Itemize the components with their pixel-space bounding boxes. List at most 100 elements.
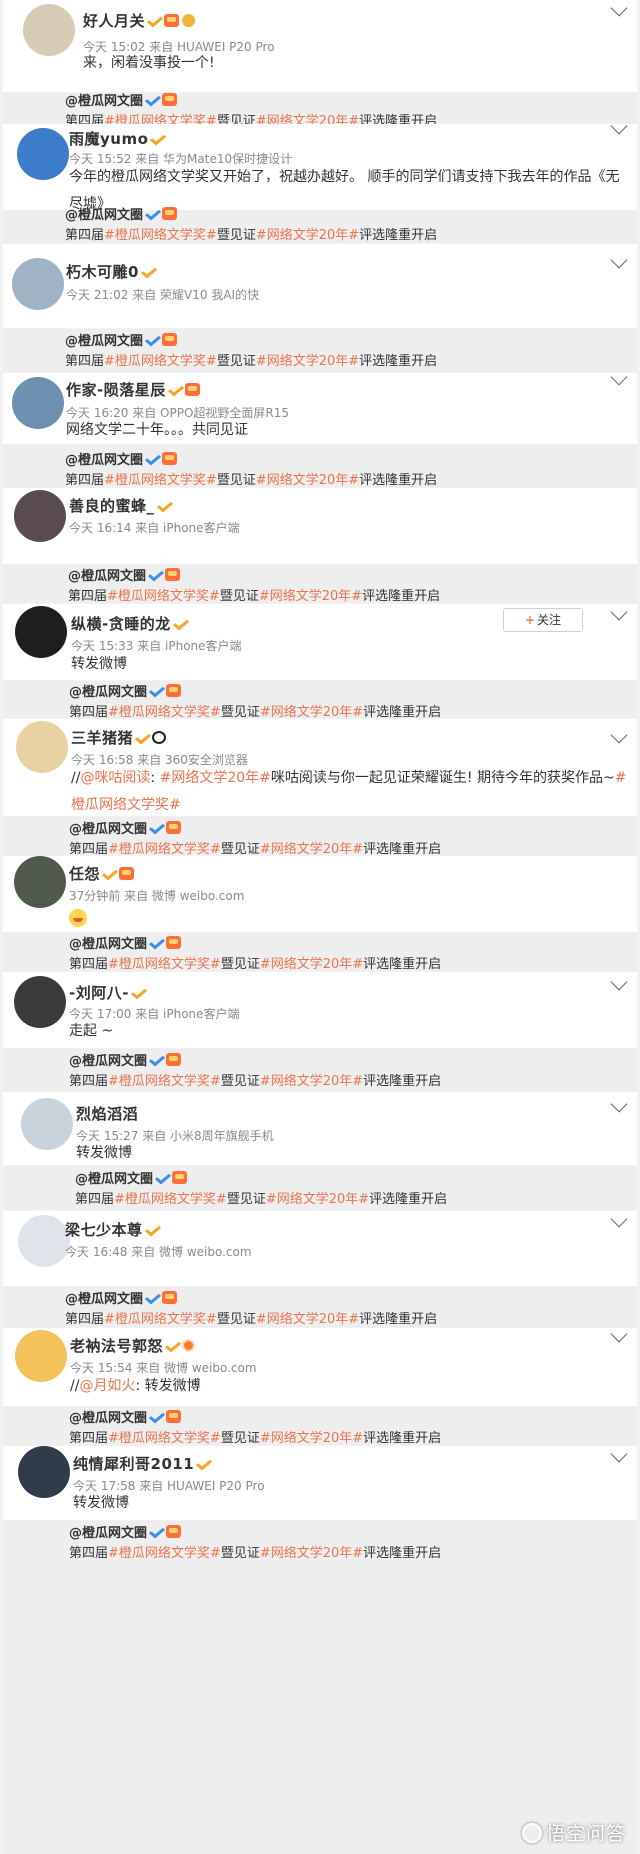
chevron-down-icon[interactable] bbox=[610, 1210, 628, 1228]
repost-box[interactable]: @橙瓜网文圈 第四届#橙瓜网络文学奖#暨见证#网络文学20年#评选隆重开启 bbox=[3, 93, 637, 129]
post-author[interactable]: 烈焰滔滔 bbox=[76, 1103, 138, 1124]
repost-box[interactable]: @橙瓜网文圈 第四届#橙瓜网络文学奖#暨见证#网络文学20年#评选隆重开启 bbox=[3, 1287, 637, 1327]
repost-box[interactable]: @橙瓜网文圈 第四届#橙瓜网络文学奖#暨见证#网络文学20年#评选隆重开启 bbox=[3, 207, 637, 243]
avatar[interactable] bbox=[17, 128, 69, 180]
hashtag-link[interactable]: #网络文学20年# bbox=[260, 705, 363, 720]
verified-icon bbox=[150, 684, 163, 697]
vip-icon bbox=[162, 333, 178, 346]
chevron-down-icon[interactable] bbox=[610, 726, 628, 744]
plus-icon: + bbox=[524, 613, 536, 627]
repost-box[interactable]: @橙瓜网文圈 第四届#橙瓜网络文学奖#暨见证#网络文学20年#评选隆重开启 bbox=[3, 1407, 637, 1446]
chevron-down-icon[interactable] bbox=[610, 603, 628, 621]
repost-box[interactable]: @橙瓜网文圈 第四届#橙瓜网络文学奖#暨见证#网络文学20年#评选隆重开启 bbox=[3, 817, 637, 857]
repost-box[interactable]: @橙瓜网文圈 第四届#橙瓜网络文学奖#暨见证#网络文学20年#评选隆重开启 bbox=[3, 445, 637, 488]
hashtag-link[interactable]: #橙瓜网络文学奖# bbox=[104, 1312, 217, 1327]
post-author[interactable]: 任怨 bbox=[69, 863, 135, 884]
post-author[interactable]: 作家-陨落星辰 bbox=[66, 379, 200, 400]
chevron-down-icon[interactable] bbox=[610, 0, 628, 17]
hashtag-link[interactable]: #网络文学20年# bbox=[256, 1312, 359, 1327]
avatar[interactable] bbox=[21, 1098, 73, 1150]
avatar[interactable] bbox=[14, 490, 66, 542]
avatar[interactable] bbox=[15, 606, 67, 658]
repost-box[interactable]: @橙瓜网文圈 第四届#橙瓜网络文学奖#暨见证#网络文学20年#评选隆重开启 bbox=[3, 933, 637, 972]
post-author[interactable]: -刘阿八- bbox=[69, 982, 145, 1003]
vip-icon bbox=[162, 1291, 178, 1304]
hashtag-link[interactable]: #网络文学20年# bbox=[266, 1192, 369, 1207]
post-author[interactable]: 纯情犀利哥2011 bbox=[73, 1453, 210, 1474]
chevron-down-icon[interactable] bbox=[610, 973, 628, 991]
hashtag-link[interactable]: #网络文学20年# bbox=[256, 473, 359, 488]
hashtag-link[interactable]: #橙瓜网络文学奖# bbox=[108, 1431, 221, 1446]
hashtag-link[interactable]: #网络文学20年# bbox=[260, 1431, 363, 1446]
repost-text: 评选隆重开启 bbox=[359, 1312, 438, 1327]
repost-box[interactable]: @橙瓜网文圈 第四届#橙瓜网络文学奖#暨见证#网络文学20年#评选隆重开启 bbox=[3, 681, 637, 720]
repost-box[interactable]: @橙瓜网文圈 第四届#橙瓜网络文学奖#暨见证#网络文学20年#评选隆重开启 bbox=[3, 1049, 637, 1091]
repost-author[interactable]: @橙瓜网文圈 bbox=[65, 94, 143, 109]
repost-author[interactable]: @橙瓜网文圈 bbox=[65, 1292, 143, 1307]
avatar[interactable] bbox=[18, 1446, 70, 1498]
hashtag-link[interactable]: #网络文学20年# bbox=[260, 957, 363, 972]
avatar[interactable] bbox=[15, 1330, 67, 1382]
post-author[interactable]: 善良的蜜蜂_ bbox=[69, 495, 171, 516]
hashtag-link[interactable]: #橙瓜网络文学奖# bbox=[108, 705, 221, 720]
repost-author[interactable]: @橙瓜网文圈 bbox=[65, 453, 143, 468]
chevron-down-icon[interactable] bbox=[610, 1325, 628, 1343]
hashtag-link[interactable]: #网络文学20年# bbox=[259, 589, 362, 604]
hashtag-link[interactable]: #橙瓜网络文学奖# bbox=[108, 1546, 221, 1561]
repost-author[interactable]: @橙瓜网文圈 bbox=[75, 1172, 153, 1187]
repost-text: 暨见证 bbox=[220, 1546, 260, 1561]
repost-box[interactable]: @橙瓜网文圈 第四届#橙瓜网络文学奖#暨见证#网络文学20年#评选隆重开启 bbox=[3, 565, 637, 604]
post-author[interactable]: 梁七少本尊 bbox=[65, 1219, 159, 1240]
hashtag-link[interactable]: #橙瓜网络文学奖# bbox=[104, 473, 217, 488]
avatar[interactable] bbox=[14, 856, 66, 908]
hashtag-link[interactable]: #橙瓜网络文学奖# bbox=[108, 1074, 221, 1089]
avatar[interactable] bbox=[16, 721, 68, 773]
repost-author[interactable]: @橙瓜网文圈 bbox=[69, 1526, 147, 1541]
repost-box[interactable]: @橙瓜网文圈 第四届#橙瓜网络文学奖#暨见证#网络文学20年#评选隆重开启 bbox=[3, 329, 637, 372]
repost-author[interactable]: @橙瓜网文圈 bbox=[68, 569, 146, 584]
hashtag-link[interactable]: #网络文学20年# bbox=[256, 228, 359, 243]
hashtag-link[interactable]: #网络文学20年# bbox=[160, 770, 271, 786]
repost-author[interactable]: @橙瓜网文圈 bbox=[69, 685, 147, 700]
post-card: 烈焰滔滔 今天 15:27 来自 小米8周年旗舰手机 转发微博 bbox=[3, 1092, 637, 1165]
post-author[interactable]: 好人月关 bbox=[83, 10, 196, 31]
hashtag-link[interactable]: #网络文学20年# bbox=[260, 1074, 363, 1089]
hashtag-link[interactable]: #橙瓜网络文学奖# bbox=[104, 354, 217, 369]
avatar[interactable] bbox=[18, 1215, 70, 1267]
mention-link[interactable]: @咪咕阅读 bbox=[80, 770, 150, 786]
post-author[interactable]: 三羊猪猪 bbox=[71, 727, 167, 748]
chevron-down-icon[interactable] bbox=[610, 1445, 628, 1463]
post-card: 任怨 37分钟前 来自 微博 weibo.com bbox=[3, 856, 637, 932]
repost-author[interactable]: @橙瓜网文圈 bbox=[65, 208, 143, 223]
repost-box[interactable]: @橙瓜网文圈 第四届#橙瓜网络文学奖#暨见证#网络文学20年#评选隆重开启 bbox=[3, 1521, 637, 1854]
post-author[interactable]: 朽木可雕0 bbox=[66, 261, 155, 282]
repost-author[interactable]: @橙瓜网文圈 bbox=[69, 937, 147, 952]
avatar[interactable] bbox=[12, 258, 64, 310]
hashtag-link[interactable]: #橙瓜网络文学奖# bbox=[108, 957, 221, 972]
post-author[interactable]: 雨魔yumo bbox=[69, 128, 164, 149]
repost-author[interactable]: @橙瓜网文圈 bbox=[65, 334, 143, 349]
hashtag-link[interactable]: #橙瓜网络文学奖# bbox=[104, 228, 217, 243]
post-author[interactable]: 纵横-贪睡的龙 bbox=[71, 613, 187, 634]
verified-icon bbox=[142, 265, 155, 278]
repost-author[interactable]: @橙瓜网文圈 bbox=[69, 1411, 147, 1426]
avatar[interactable] bbox=[14, 976, 66, 1028]
vip-icon bbox=[172, 1171, 188, 1184]
avatar[interactable] bbox=[23, 4, 75, 56]
repost-author[interactable]: @橙瓜网文圈 bbox=[69, 822, 147, 837]
hashtag-link[interactable]: #网络文学20年# bbox=[260, 842, 363, 857]
hashtag-link[interactable]: #网络文学20年# bbox=[256, 354, 359, 369]
post-card: 三羊猪猪 今天 16:58 来自 360安全浏览器 //@咪咕阅读: #网络文学… bbox=[3, 719, 637, 816]
chevron-down-icon[interactable] bbox=[610, 251, 628, 269]
avatar[interactable] bbox=[12, 377, 64, 429]
hashtag-link[interactable]: #橙瓜网络文学奖# bbox=[107, 589, 220, 604]
post-author[interactable]: 老衲法号郭怒 bbox=[70, 1335, 196, 1356]
chevron-down-icon[interactable] bbox=[610, 1095, 628, 1113]
follow-button[interactable]: + 关注 bbox=[503, 608, 583, 632]
hashtag-link[interactable]: #网络文学20年# bbox=[260, 1546, 363, 1561]
hashtag-link[interactable]: #橙瓜网络文学奖# bbox=[114, 1192, 227, 1207]
repost-box[interactable]: @橙瓜网文圈 第四届#橙瓜网络文学奖#暨见证#网络文学20年#评选隆重开启 bbox=[3, 1166, 637, 1210]
hashtag-link[interactable]: #橙瓜网络文学奖# bbox=[108, 842, 221, 857]
mention-link[interactable]: @月如火 bbox=[79, 1378, 135, 1394]
repost-author[interactable]: @橙瓜网文圈 bbox=[69, 1054, 147, 1069]
